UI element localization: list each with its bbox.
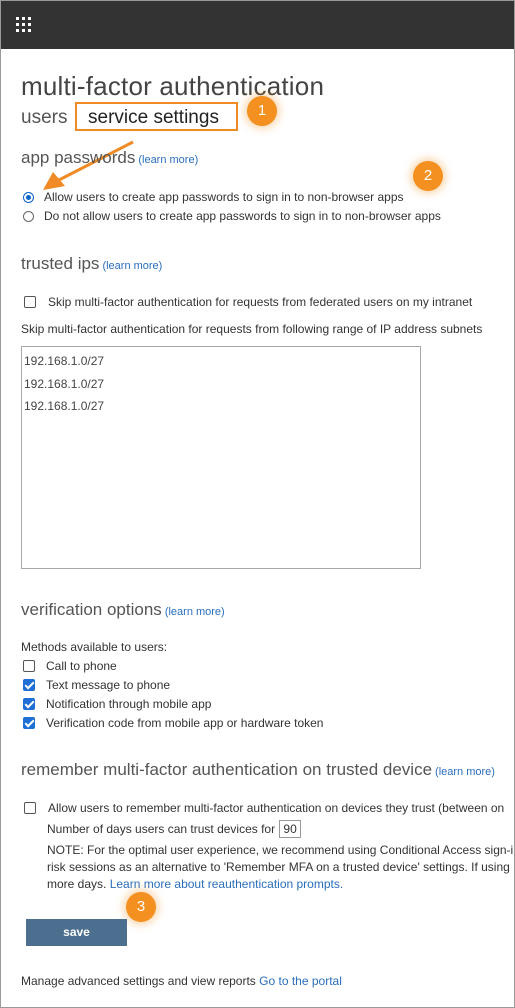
verification-options-heading: verification options (learn more) bbox=[21, 600, 225, 620]
method-code-label: Verification code from mobile app or har… bbox=[46, 716, 324, 730]
radio-deny-app-passwords[interactable]: Do not allow users to create app passwor… bbox=[23, 209, 441, 223]
page-frame: multi-factor authentication users servic… bbox=[0, 0, 515, 1008]
reauthentication-prompts-link[interactable]: Learn more about reauthentication prompt… bbox=[110, 877, 343, 891]
method-text-label: Text message to phone bbox=[46, 678, 171, 692]
tab-service-settings[interactable]: service settings bbox=[75, 102, 238, 131]
top-bar bbox=[1, 1, 514, 49]
method-verification-code[interactable]: Verification code from mobile app or har… bbox=[23, 716, 323, 730]
ip-subnet-entry: 192.168.1.0/27 bbox=[24, 399, 105, 413]
app-passwords-heading: app passwords (learn more) bbox=[21, 148, 198, 168]
ip-subnet-entry: 192.168.1.0/27 bbox=[24, 354, 105, 368]
radio-allow-app-passwords[interactable]: Allow users to create app passwords to s… bbox=[23, 190, 404, 204]
tab-users[interactable]: users bbox=[21, 107, 67, 129]
step-badge-3: 3 bbox=[126, 892, 156, 922]
remember-mfa-title: remember multi-factor authentication on … bbox=[21, 760, 433, 779]
method-text-message[interactable]: Text message to phone bbox=[23, 678, 170, 692]
note-line: more days. Learn more about reauthentica… bbox=[47, 876, 513, 893]
note-line: NOTE: For the optimal user experience, w… bbox=[47, 843, 514, 857]
ip-subnet-entry: 192.168.1.0/27 bbox=[24, 376, 105, 391]
app-passwords-learn-more-link[interactable]: (learn more) bbox=[138, 154, 198, 166]
footer-text: Manage advanced settings and view report… bbox=[21, 974, 342, 988]
method-text-checkbox[interactable] bbox=[23, 679, 35, 691]
trust-days-row: Number of days users can trust devices f… bbox=[47, 820, 302, 838]
method-call-label: Call to phone bbox=[46, 659, 117, 673]
method-notification-label: Notification through mobile app bbox=[46, 697, 212, 711]
method-call-to-phone[interactable]: Call to phone bbox=[23, 659, 117, 673]
radio-allow-label: Allow users to create app passwords to s… bbox=[44, 190, 404, 204]
save-button[interactable]: save bbox=[26, 919, 127, 946]
ip-subnets-textarea[interactable]: 192.168.1.0/27 192.168.1.0/27 192.168.1.… bbox=[21, 346, 421, 569]
page-title: multi-factor authentication bbox=[21, 71, 325, 101]
radio-deny-label: Do not allow users to create app passwor… bbox=[44, 209, 441, 223]
verification-learn-more-link[interactable]: (learn more) bbox=[165, 606, 225, 618]
footer-label: Manage advanced settings and view report… bbox=[21, 974, 260, 988]
skip-federated-checkbox[interactable] bbox=[24, 296, 36, 308]
trusted-ips-title: trusted ips bbox=[21, 254, 100, 273]
remember-mfa-checkbox[interactable] bbox=[24, 802, 36, 814]
radio-deny-icon[interactable] bbox=[23, 210, 34, 222]
app-launcher-icon[interactable] bbox=[16, 17, 32, 33]
trusted-ips-heading: trusted ips (learn more) bbox=[21, 254, 162, 274]
note-line: risk sessions as an alternative to 'Reme… bbox=[47, 860, 510, 874]
skip-federated-label: Skip multi-factor authentication for req… bbox=[48, 295, 473, 309]
remember-mfa-label: Allow users to remember multi-factor aut… bbox=[48, 801, 505, 815]
skip-range-label: Skip multi-factor authentication for req… bbox=[21, 322, 483, 336]
trust-days-input[interactable]: 90 bbox=[279, 820, 302, 838]
trust-days-label: Number of days users can trust devices f… bbox=[47, 822, 276, 836]
radio-allow-icon[interactable] bbox=[23, 191, 34, 203]
method-notification-checkbox[interactable] bbox=[23, 698, 35, 710]
verification-options-title: verification options bbox=[21, 600, 162, 619]
methods-label: Methods available to users: bbox=[21, 640, 168, 654]
app-passwords-title: app passwords bbox=[21, 148, 136, 167]
method-mobile-notification[interactable]: Notification through mobile app bbox=[23, 697, 211, 711]
method-call-checkbox[interactable] bbox=[23, 660, 35, 672]
trusted-ips-learn-more-link[interactable]: (learn more) bbox=[102, 260, 162, 272]
step-badge-1: 1 bbox=[247, 96, 277, 126]
step-badge-2: 2 bbox=[413, 161, 443, 191]
remember-mfa-option[interactable]: Allow users to remember multi-factor aut… bbox=[24, 801, 504, 815]
remember-note: NOTE: For the optimal user experience, w… bbox=[47, 842, 513, 893]
method-code-checkbox[interactable] bbox=[23, 717, 35, 729]
skip-federated-option[interactable]: Skip multi-factor authentication for req… bbox=[24, 295, 472, 309]
remember-mfa-learn-more-link[interactable]: (learn more) bbox=[435, 766, 495, 778]
remember-mfa-heading: remember multi-factor authentication on … bbox=[21, 760, 495, 780]
go-to-portal-link[interactable]: Go to the portal bbox=[259, 974, 342, 988]
note-line-prefix: more days. bbox=[47, 877, 110, 891]
